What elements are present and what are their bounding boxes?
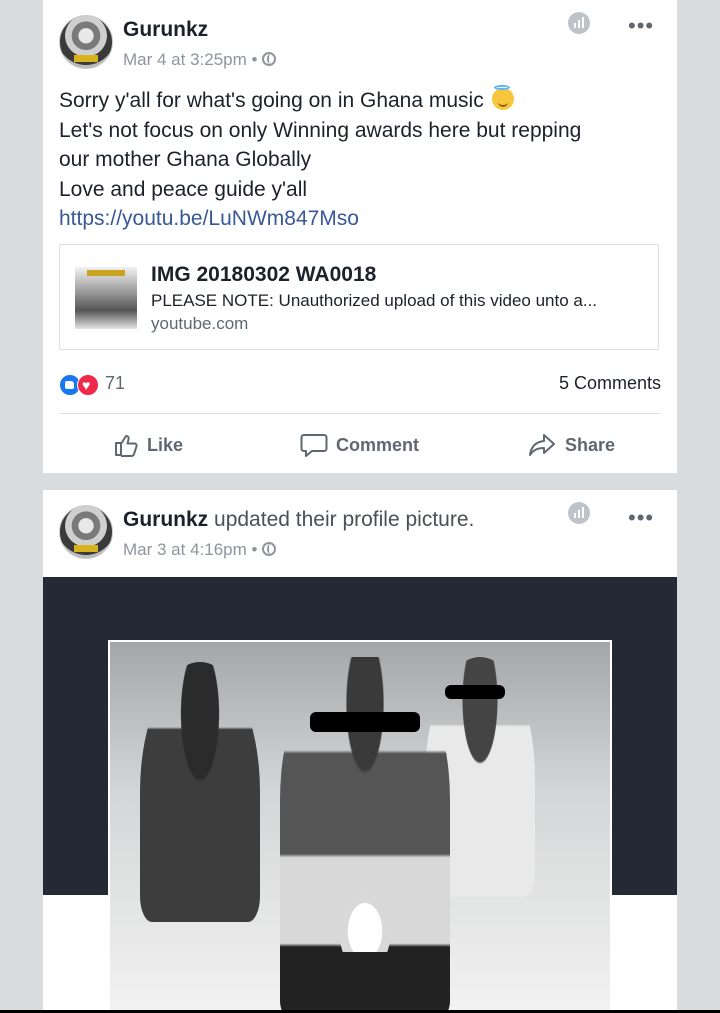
- divider: [59, 413, 661, 414]
- share-arrow-icon: [529, 434, 555, 456]
- preview-description: PLEASE NOTE: Unauthorized upload of this…: [151, 291, 598, 310]
- more-options-icon[interactable]: •••: [628, 15, 654, 37]
- post-text-line: Let's not focus on only Winning awards h…: [59, 118, 582, 142]
- post-card: Gurunkz Mar 4 at 3:25pm • ••• Sorry y'al…: [43, 0, 677, 473]
- comment-bubble-icon: [300, 434, 328, 457]
- halo-emoji-icon: [491, 85, 514, 110]
- meta-separator: •: [251, 50, 258, 69]
- post-meta: Mar 3 at 4:16pm •: [123, 540, 277, 560]
- post-link[interactable]: https://youtu.be/LuNWm847Mso: [59, 204, 659, 234]
- photo-person-left: [140, 662, 260, 922]
- flame-graphic: [335, 882, 395, 952]
- photo-person-center: [280, 657, 450, 1011]
- insights-icon[interactable]: [568, 502, 590, 524]
- insights-icon[interactable]: [568, 12, 590, 34]
- thumbs-up-icon: [115, 435, 138, 457]
- author-avatar[interactable]: [59, 15, 113, 69]
- author-avatar[interactable]: [59, 505, 113, 559]
- post-text-line: Sorry y'all for what's going on in Ghana…: [59, 89, 484, 112]
- love-reaction-icon: [77, 374, 99, 396]
- post-timestamp[interactable]: Mar 3 at 4:16pm: [123, 540, 247, 559]
- post-meta: Mar 4 at 3:25pm •: [123, 50, 277, 70]
- preview-title: IMG 20180302 WA0018: [151, 263, 377, 286]
- reaction-count: 71: [105, 373, 126, 393]
- author-name[interactable]: Gurunkz: [123, 18, 208, 42]
- preview-thumbnail: [75, 267, 137, 329]
- post-timestamp[interactable]: Mar 4 at 3:25pm: [123, 50, 247, 69]
- profile-picture-image[interactable]: [108, 640, 612, 1013]
- comment-button[interactable]: Comment: [300, 430, 419, 460]
- meta-separator: •: [251, 540, 258, 559]
- like-button[interactable]: Like: [113, 430, 183, 460]
- comment-label: Comment: [336, 434, 420, 455]
- like-label: Like: [147, 434, 184, 455]
- preview-domain: youtube.com: [151, 314, 249, 333]
- comments-count[interactable]: 5 Comments: [559, 373, 661, 394]
- share-label: Share: [565, 434, 616, 455]
- globe-icon: [262, 52, 277, 66]
- post-card: Gurunkz updated their profile picture. M…: [43, 490, 677, 1013]
- link-preview-card[interactable]: IMG 20180302 WA0018 PLEASE NOTE: Unautho…: [59, 244, 659, 350]
- author-name[interactable]: Gurunkz: [123, 508, 208, 531]
- post-text-line: our mother Ghana Globally: [59, 148, 312, 171]
- globe-icon: [262, 542, 277, 556]
- post-text-line: Love and peace guide y'all: [59, 177, 308, 201]
- post-action-text: updated their profile picture.: [214, 508, 475, 531]
- post-text: Sorry y'all for what's going on in Ghana…: [59, 85, 659, 234]
- share-button[interactable]: Share: [527, 430, 615, 460]
- more-options-icon[interactable]: •••: [628, 507, 654, 529]
- post-header-line: Gurunkz updated their profile picture.: [123, 508, 474, 532]
